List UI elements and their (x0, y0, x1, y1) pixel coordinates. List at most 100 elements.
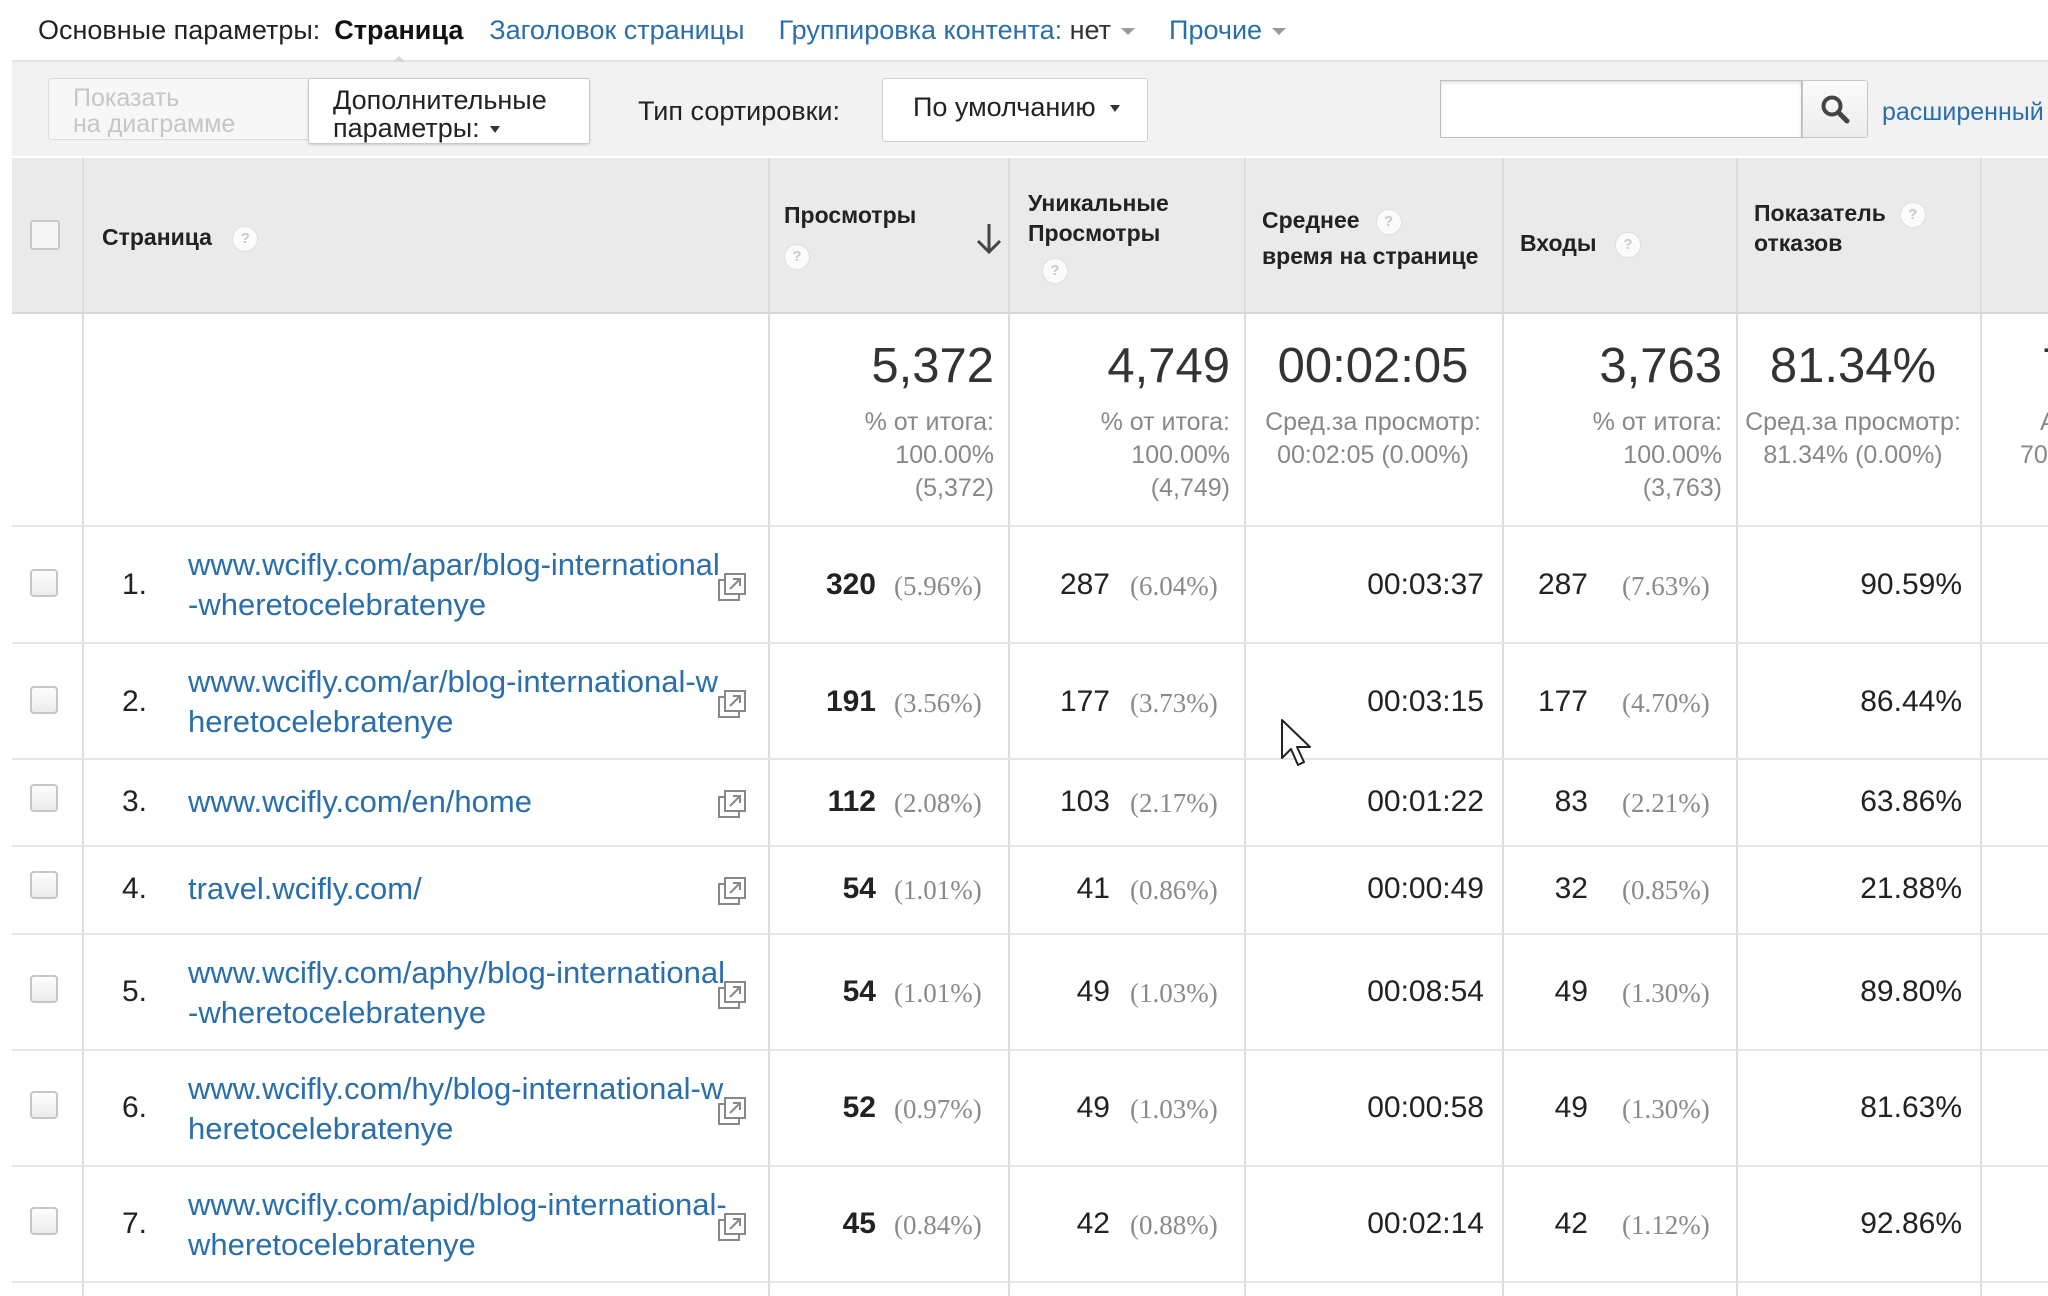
column-header-entrances[interactable]: Входы ? (1520, 228, 1641, 258)
row-index: 7. (122, 1207, 148, 1240)
entrances-value: 83 (1554, 785, 1588, 818)
bounce-rate-value: 21.88% (1860, 872, 1962, 905)
page-link[interactable]: travel.wcifly.com/ (188, 869, 728, 909)
help-icon[interactable]: ? (784, 243, 810, 270)
sort-type-select[interactable]: По умолчанию (882, 78, 1148, 142)
select-all-checkbox[interactable] (30, 220, 60, 250)
plot-rows-label-line2: на диаграмме (73, 110, 236, 138)
total-pageviews-sub: % от итога: 100.00% (5,372) (772, 406, 994, 505)
column-header-pageviews-label: Просмотры (784, 202, 917, 228)
pageviews-percent: (1.01%) (894, 875, 982, 905)
open-page-external-icon[interactable] (716, 688, 748, 720)
total-cutoff-sub-2: 70. (2020, 441, 2048, 469)
total-pageviews: 5,372 (871, 339, 994, 393)
pageviews-value: 54 (842, 872, 876, 905)
row-checkbox[interactable] (30, 784, 58, 812)
row-checkbox[interactable] (30, 686, 58, 714)
entrances-value: 32 (1554, 872, 1588, 905)
row-checkbox[interactable] (30, 1207, 58, 1235)
page-link[interactable]: www.wcifly.com/aphy/blog-international-w… (188, 953, 728, 1033)
pageviews-value: 45 (842, 1207, 876, 1240)
open-page-external-icon[interactable] (716, 788, 748, 820)
row-checkbox[interactable] (30, 975, 58, 1003)
secondary-dimension-label-line1: Дополнительные (333, 85, 547, 115)
total-unique-sub-abs: (4,749) (1150, 474, 1230, 502)
unique-pageviews-value: 287 (1059, 568, 1110, 601)
table-row: 5. www.wcifly.com/aphy/blog-internationa… (12, 935, 2048, 1051)
row-checkbox[interactable] (30, 569, 58, 597)
total-bounce-sub-label: Сред.за просмотр: (1745, 408, 1961, 436)
content-grouping-dropdown[interactable]: Группировка контента: нет (778, 14, 1136, 46)
row-index: 4. (122, 872, 148, 905)
help-icon[interactable]: ? (232, 225, 259, 252)
entrances-value: 177 (1537, 685, 1588, 718)
plot-rows-button[interactable]: Показать на диаграмме (48, 78, 310, 140)
pageviews-percent: (3.56%) (894, 688, 982, 718)
column-header-bounce-line2: отказов (1754, 230, 1843, 256)
total-bounce-sub-value: 81.34% (0.00%) (1763, 441, 1943, 469)
help-icon[interactable]: ? (1899, 201, 1926, 228)
entrances-percent: (7.63%) (1622, 571, 1710, 601)
total-bounce-rate-sub: Сред.за просмотр: 81.34% (0.00%) (1740, 406, 1966, 472)
other-dimensions-dropdown[interactable]: Прочие (1169, 15, 1287, 46)
total-avg-time: 00:02:05 (1277, 339, 1469, 393)
help-icon[interactable]: ? (1375, 208, 1402, 235)
content-grouping-label: Группировка контента: (778, 14, 1063, 45)
total-avg-time-sub: Сред.за просмотр: 00:02:05 (0.00%) (1248, 406, 1498, 472)
table-row: 6. www.wcifly.com/hy/blog-international-… (12, 1051, 2048, 1167)
unique-pageviews-percent: (3.73%) (1130, 688, 1218, 718)
open-page-external-icon[interactable] (716, 979, 748, 1011)
unique-pageviews-percent: (6.04%) (1130, 571, 1218, 601)
page-link[interactable]: www.wcifly.com/apar/blog-international-w… (188, 545, 728, 625)
secondary-dimension-button[interactable]: Дополнительные параметры: (308, 78, 590, 144)
caret-down-icon (1109, 105, 1120, 113)
table-row: 7. www.wcifly.com/apid/blog-internationa… (12, 1167, 2048, 1283)
open-page-external-icon[interactable] (716, 875, 748, 907)
column-header-bounce-rate[interactable]: Показатель? отказов (1754, 198, 1926, 258)
unique-pageviews-percent: (1.03%) (1130, 978, 1218, 1008)
column-header-avg-time[interactable]: Среднее? время на странице (1262, 202, 1478, 274)
row-checkbox[interactable] (30, 871, 58, 899)
plot-rows-label-line1: Показать (73, 84, 180, 112)
column-header-page[interactable]: Страница ? (102, 222, 259, 252)
chevron-down-icon (1272, 27, 1287, 35)
row-checkbox[interactable] (30, 1091, 58, 1119)
open-page-external-icon[interactable] (716, 1095, 748, 1127)
open-page-external-icon[interactable] (716, 571, 748, 603)
page-link[interactable]: www.wcifly.com/hy/blog-international-whe… (188, 1069, 728, 1149)
advanced-filter-link[interactable]: расширенный (1882, 98, 2044, 127)
entrances-percent: (1.30%) (1622, 1094, 1710, 1124)
avg-time-value: 00:08:54 (1367, 975, 1484, 1008)
total-entrances-sub-abs: (3,763) (1642, 474, 1722, 502)
sort-descending-arrow-icon[interactable] (974, 222, 1004, 256)
help-icon[interactable]: ? (1614, 231, 1641, 258)
avg-time-value: 00:00:58 (1367, 1091, 1484, 1124)
column-header-pageviews[interactable]: Просмотры ? (784, 200, 916, 270)
unique-pageviews-value: 103 (1059, 785, 1110, 818)
open-page-external-icon[interactable] (716, 1211, 748, 1243)
row-index: 1. (122, 568, 148, 601)
column-header-bounce-line1: Показатель (1754, 200, 1886, 226)
bounce-rate-value: 63.86% (1860, 785, 1962, 818)
page-link[interactable]: www.wcifly.com/en/home (188, 782, 728, 822)
help-icon[interactable]: ? (1042, 257, 1068, 284)
totals-row: 5,372 % от итога: 100.00% (5,372) 4,749 … (12, 314, 2048, 527)
column-header-avgtime-line2: время на странице (1262, 243, 1479, 269)
table-search-input[interactable] (1440, 80, 1802, 138)
total-pageviews-sub-pct: 100.00% (895, 441, 994, 469)
pageviews-value: 112 (827, 785, 876, 818)
entrances-value: 287 (1537, 568, 1588, 601)
column-header-page-label: Страница (102, 224, 212, 250)
total-pageviews-sub-abs: (5,372) (914, 474, 994, 502)
page-link[interactable]: www.wcifly.com/ar/blog-international-whe… (188, 662, 728, 742)
dimension-page-active[interactable]: Страница (334, 15, 463, 66)
mouse-cursor-icon (1281, 719, 1311, 766)
column-header-unique-pageviews[interactable]: Уникальные Просмотры ? (1028, 188, 1169, 284)
analytics-report: Основные параметры: Страница Заголовок с… (0, 0, 2048, 1296)
page-link[interactable]: www.wcifly.com/apid/blog-international-w… (188, 1185, 728, 1265)
total-cutoff-sub-1: А (2040, 406, 2048, 439)
total-bounce-rate: 81.34% (1769, 339, 1937, 393)
dimension-page-title-link[interactable]: Заголовок страницы (489, 15, 744, 46)
unique-pageviews-value: 49 (1076, 1091, 1110, 1124)
search-button[interactable] (1802, 80, 1868, 138)
